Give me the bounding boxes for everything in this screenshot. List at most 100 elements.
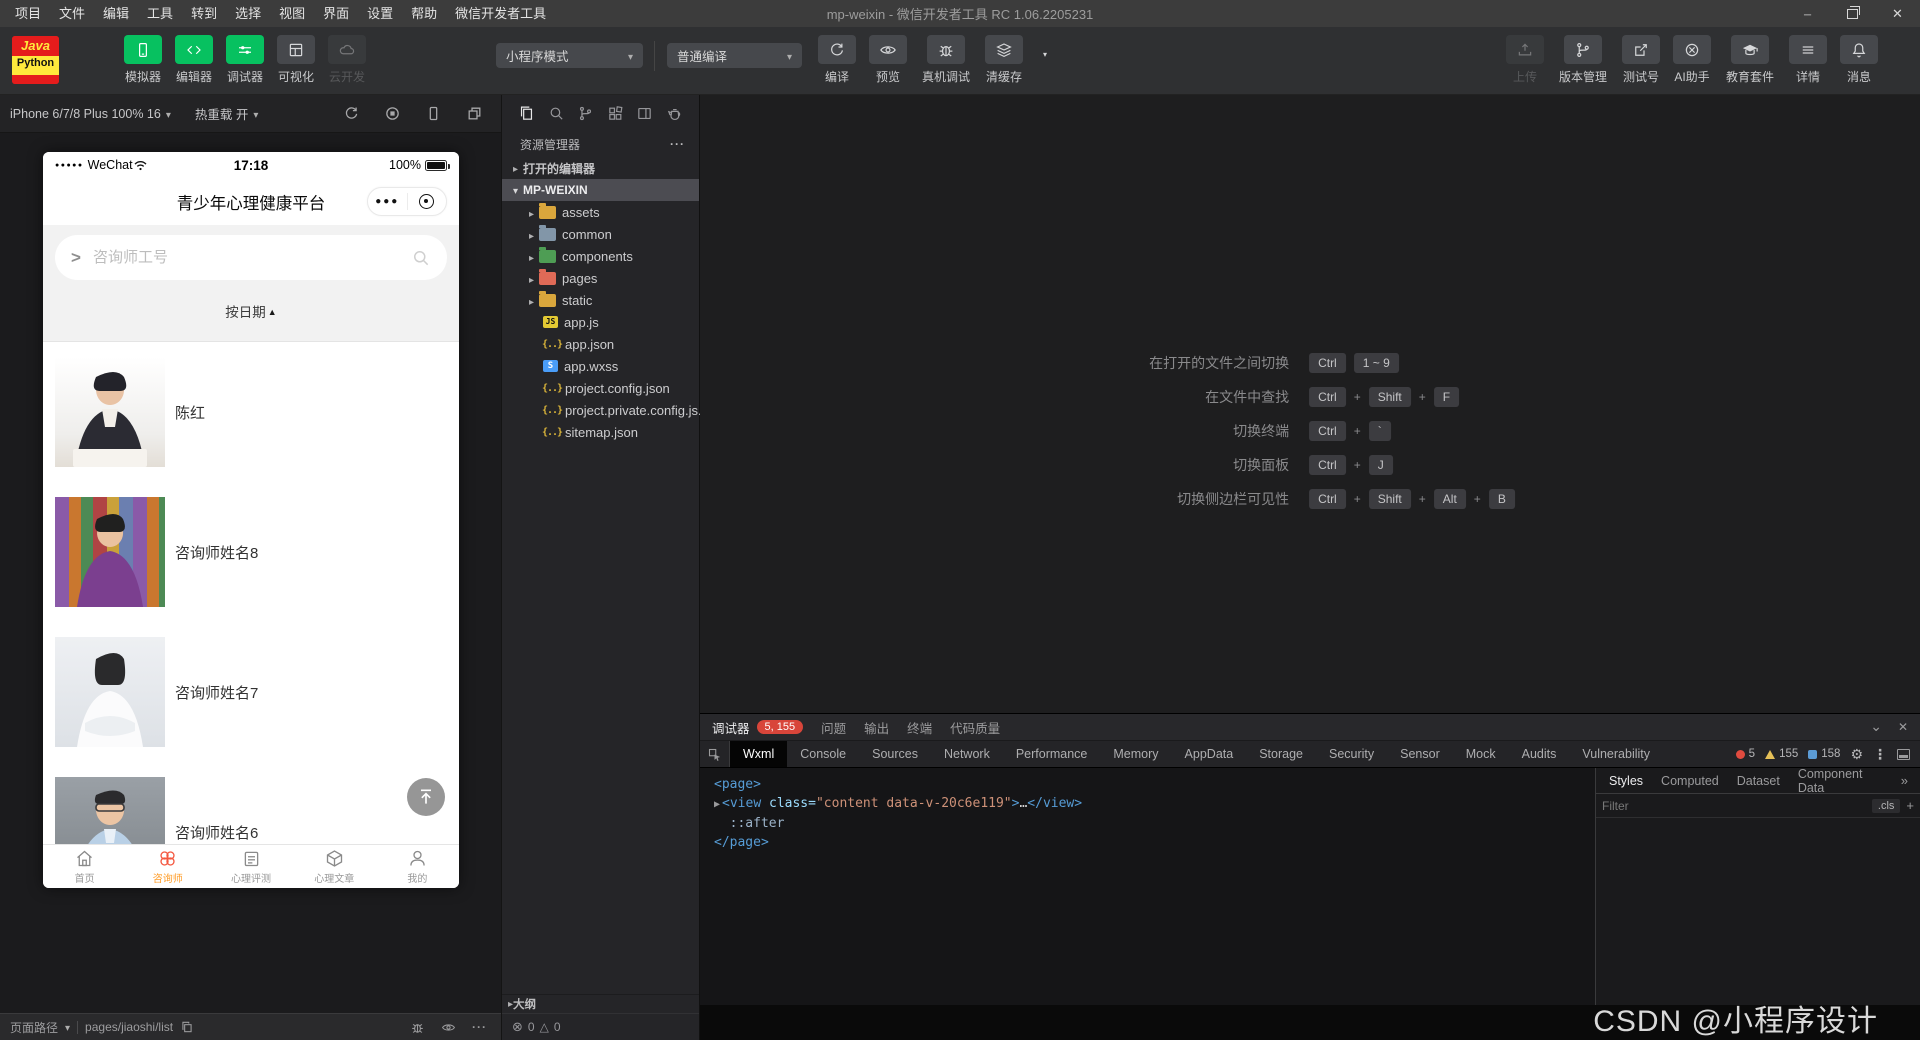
console-message-counter[interactable]: 158 xyxy=(1808,748,1840,760)
messages-button[interactable]: 消息 xyxy=(1838,35,1880,85)
upload-button[interactable]: 上传 xyxy=(1504,35,1546,85)
menu-project[interactable]: 项目 xyxy=(6,0,50,27)
mode-select[interactable]: 小程序模式 xyxy=(496,43,643,68)
more-menu-button[interactable]: ●●● xyxy=(368,196,407,207)
back-to-top-button[interactable] xyxy=(407,778,445,816)
education-kit-button[interactable]: 教育套件 xyxy=(1722,35,1778,85)
menu-help[interactable]: 帮助 xyxy=(402,0,446,27)
file-app-json[interactable]: {..} app.json xyxy=(502,333,699,355)
menu-goto[interactable]: 转到 xyxy=(182,0,226,27)
sort-by-date-button[interactable]: 按日期 xyxy=(43,280,459,342)
list-item[interactable]: 咨询师姓名7 xyxy=(43,622,459,762)
tab-component-data[interactable]: Component Data xyxy=(1789,767,1901,795)
tab-counselor[interactable]: 咨询师 xyxy=(126,845,209,888)
details-button[interactable]: 详情 xyxy=(1787,35,1829,85)
visualization-button[interactable]: 可视化 xyxy=(275,35,317,85)
compile-mode-select[interactable]: 普通编译 xyxy=(667,43,802,68)
search-icon[interactable] xyxy=(411,248,431,268)
console-warning-counter[interactable]: 155 xyxy=(1765,748,1798,760)
dock-side-icon[interactable] xyxy=(1897,748,1910,760)
eye-icon[interactable] xyxy=(441,1020,456,1035)
styles-filter-input[interactable] xyxy=(1602,798,1866,813)
folder-common[interactable]: common xyxy=(502,223,699,245)
collapse-panel-icon[interactable] xyxy=(1870,720,1882,734)
tab-profile[interactable]: 我的 xyxy=(376,845,459,888)
console-error-counter[interactable]: 5 xyxy=(1735,748,1755,760)
menu-view[interactable]: 视图 xyxy=(270,0,314,27)
devtools-tab-sensor[interactable]: Sensor xyxy=(1387,741,1453,767)
more-tabs-icon[interactable] xyxy=(1901,773,1916,788)
search-input[interactable] xyxy=(92,249,411,266)
panel-tab-problems[interactable]: 问题 xyxy=(821,718,846,737)
teapot-icon[interactable] xyxy=(666,105,683,122)
gear-icon[interactable] xyxy=(1850,746,1863,763)
devtools-tab-console[interactable]: Console xyxy=(787,741,859,767)
editor-button[interactable]: 编辑器 xyxy=(173,35,215,85)
file-project-config[interactable]: {..} project.config.json xyxy=(502,377,699,399)
files-icon[interactable] xyxy=(518,105,535,122)
menu-tools[interactable]: 工具 xyxy=(138,0,182,27)
file-app-js[interactable]: JS app.js xyxy=(502,311,699,333)
device-frame-icon[interactable] xyxy=(425,105,442,122)
editor-layout-icon[interactable] xyxy=(636,105,653,122)
file-app-wxss[interactable]: Sapp.wxss xyxy=(502,355,699,377)
menu-interface[interactable]: 界面 xyxy=(314,0,358,27)
menu-select[interactable]: 选择 xyxy=(226,0,270,27)
close-button[interactable] xyxy=(1875,0,1920,27)
devtools-tab-memory[interactable]: Memory xyxy=(1100,741,1171,767)
devtools-tab-sources[interactable]: Sources xyxy=(859,741,931,767)
search-box[interactable]: > xyxy=(55,235,447,280)
menu-edit[interactable]: 编辑 xyxy=(94,0,138,27)
folder-static[interactable]: static xyxy=(502,289,699,311)
preview-button[interactable]: 预览 xyxy=(867,35,909,85)
clear-cache-button[interactable]: 清缓存 xyxy=(983,35,1025,85)
devtools-tab-storage[interactable]: Storage xyxy=(1246,741,1316,767)
devtools-tab-vulnerability[interactable]: Vulnerability xyxy=(1569,741,1663,767)
inspect-element-button[interactable] xyxy=(700,741,730,767)
copy-icon[interactable] xyxy=(180,1020,194,1034)
project-root-row[interactable]: MP-WEIXIN xyxy=(502,179,699,201)
cloud-dev-button[interactable]: 云开发 xyxy=(326,35,368,85)
tree-chevron-icon[interactable]: ▶ xyxy=(714,799,720,810)
more-horizontal-icon[interactable] xyxy=(670,137,685,151)
tab-assessment[interactable]: 心理评测 xyxy=(209,845,292,888)
ai-assistant-button[interactable]: AI助手 xyxy=(1671,35,1713,85)
stop-icon[interactable] xyxy=(384,105,401,122)
devtools-tab-performance[interactable]: Performance xyxy=(1003,741,1101,767)
devtools-tab-appdata[interactable]: AppData xyxy=(1172,741,1247,767)
minimize-button[interactable] xyxy=(1785,0,1830,27)
page-path-label[interactable]: 页面路径 xyxy=(10,1019,58,1036)
file-project-private-config[interactable]: {..} project.private.config.js... xyxy=(502,399,709,421)
compile-button[interactable]: 编译 xyxy=(816,35,858,85)
devtools-tab-network[interactable]: Network xyxy=(931,741,1003,767)
dom-node[interactable]: </page> xyxy=(714,835,769,850)
folder-assets[interactable]: assets xyxy=(502,201,699,223)
list-item[interactable]: 陈红 xyxy=(43,342,459,482)
more-horizontal-icon[interactable] xyxy=(472,1020,487,1034)
tab-articles[interactable]: 心理文章 xyxy=(293,845,376,888)
devtools-tab-wxml[interactable]: Wxml xyxy=(730,741,788,767)
list-item[interactable]: 咨询师姓名8 xyxy=(43,482,459,622)
extensions-icon[interactable] xyxy=(607,105,624,122)
list-item[interactable]: 咨询师姓名6 xyxy=(43,762,459,844)
simulator-button[interactable]: 模拟器 xyxy=(122,35,164,85)
open-editors-section[interactable]: 打开的编辑器 xyxy=(502,157,699,179)
source-control-icon[interactable] xyxy=(577,105,594,122)
outline-section[interactable]: 大纲 xyxy=(502,994,699,1013)
minimize-miniprogram-button[interactable] xyxy=(408,194,447,209)
debugger-button[interactable]: 调试器 xyxy=(224,35,266,85)
panel-tab-output[interactable]: 输出 xyxy=(864,718,889,737)
bug-icon[interactable] xyxy=(410,1020,425,1035)
remote-debug-button[interactable]: 真机调试 xyxy=(918,35,974,85)
tab-dataset[interactable]: Dataset xyxy=(1728,768,1789,793)
dom-node[interactable]: <view xyxy=(722,796,761,811)
pseudo-element[interactable]: ::after xyxy=(730,816,785,831)
panel-tab-terminal[interactable]: 终端 xyxy=(907,718,932,737)
devtools-tab-security[interactable]: Security xyxy=(1316,741,1387,767)
version-manage-button[interactable]: 版本管理 xyxy=(1555,35,1611,85)
test-account-button[interactable]: 测试号 xyxy=(1620,35,1662,85)
folder-pages[interactable]: pages xyxy=(502,267,699,289)
rotate-icon[interactable] xyxy=(343,105,360,122)
detach-window-icon[interactable] xyxy=(466,105,483,122)
problems-summary[interactable]: 0 0 xyxy=(502,1013,699,1040)
